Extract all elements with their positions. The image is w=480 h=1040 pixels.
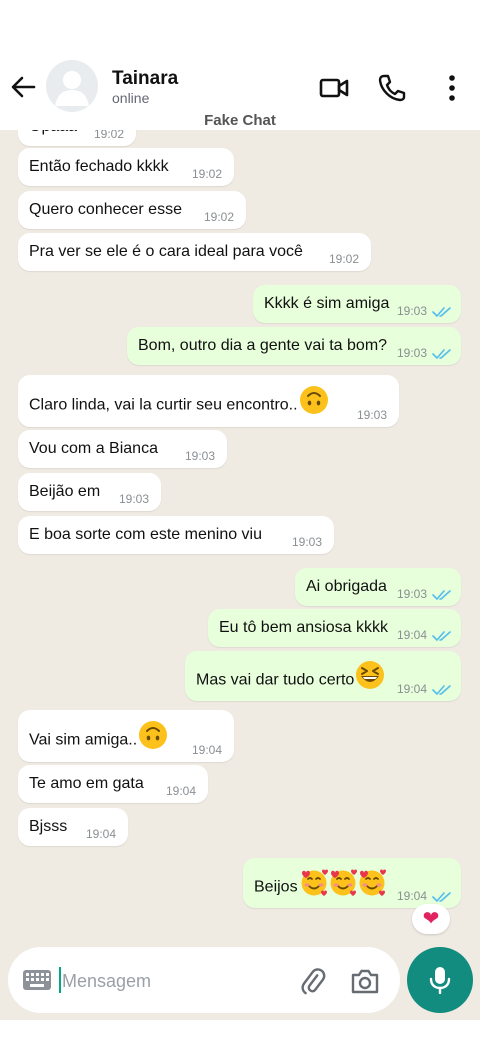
- message-time: 19:02: [328, 252, 359, 266]
- message-time: 19:03: [396, 304, 427, 318]
- message-text: Pra ver se ele é o cara ideal para você: [29, 243, 303, 260]
- outgoing-message[interactable]: Bom, outro dia a gente vai ta bom? 19:03: [127, 327, 461, 365]
- outgoing-message[interactable]: Beijos 19:04: [243, 858, 461, 908]
- contact-name[interactable]: Tainara: [112, 68, 178, 90]
- message-text: Bjsss: [29, 818, 68, 835]
- message-text: Quero conhecer esse: [29, 201, 182, 218]
- incoming-message[interactable]: Beijão em 19:03: [18, 473, 161, 511]
- incoming-message[interactable]: Opaaa 19:02: [18, 130, 136, 146]
- message-composer: Mensagem: [8, 947, 400, 1013]
- incoming-message[interactable]: Claro linda, vai la curtir seu encontro.…: [18, 375, 399, 427]
- outgoing-message[interactable]: Eu tô bem ansiosa kkkk 19:04: [208, 609, 461, 647]
- message-text: Mas vai dar tudo certo: [196, 661, 385, 695]
- read-receipt-icon: [432, 892, 451, 902]
- read-receipt-icon: [432, 590, 451, 600]
- message-input[interactable]: Mensagem: [62, 971, 151, 992]
- chat-header: Tainara online Fake Chat: [0, 50, 480, 130]
- message-time: 19:03: [396, 587, 427, 601]
- back-arrow-icon[interactable]: [8, 72, 38, 102]
- smiling-face-with-hearts-emoji-icon: [299, 867, 329, 902]
- video-call-icon[interactable]: [318, 72, 350, 104]
- outgoing-message[interactable]: Kkkk é sim amiga 19:03: [253, 285, 461, 323]
- message-text: E boa sorte com este menino viu: [29, 526, 263, 543]
- message-time: 19:03: [184, 449, 215, 463]
- message-text: Bom, outro dia a gente vai ta bom?: [138, 337, 388, 354]
- grinning-squinting-face-emoji-icon: [355, 660, 385, 695]
- camera-icon[interactable]: [350, 967, 380, 995]
- message-text: Claro linda, vai la curtir seu encontro.…: [29, 386, 329, 420]
- outgoing-message[interactable]: Mas vai dar tudo certo 19:04: [185, 651, 461, 701]
- incoming-message[interactable]: Pra ver se ele é o cara ideal para você 1…: [18, 233, 371, 271]
- message-time: 19:04: [165, 784, 196, 798]
- message-time: 19:02: [93, 130, 124, 141]
- contact-status: online: [112, 90, 150, 106]
- message-time: 19:03: [291, 535, 322, 549]
- message-text: Eu tô bem ansiosa kkkk: [219, 619, 388, 636]
- message-text: Beijos: [254, 869, 387, 902]
- smiling-face-with-hearts-emoji-icon: [328, 867, 358, 902]
- message-text: Ai obrigada: [306, 578, 387, 595]
- incoming-message[interactable]: Vou com a Bianca 19:03: [18, 430, 227, 468]
- read-receipt-icon: [432, 631, 451, 641]
- red-heart-icon[interactable]: ❤: [412, 904, 450, 934]
- default-avatar-icon: [55, 71, 89, 106]
- upside-down-face-emoji-icon: [138, 720, 168, 755]
- watermark-label: Fake Chat: [204, 112, 276, 129]
- text-cursor: [59, 967, 61, 993]
- message-time: 19:04: [191, 743, 222, 757]
- incoming-message[interactable]: Então fechado kkkk 19:02: [18, 148, 234, 186]
- chat-area[interactable]: Opaaa19:02Então fechado kkkk19:02Quero c…: [0, 130, 480, 1020]
- incoming-message[interactable]: Quero conhecer esse 19:02: [18, 191, 246, 229]
- upside-down-face-emoji-icon: [299, 385, 329, 420]
- message-time: 19:04: [85, 827, 116, 841]
- smiling-face-with-hearts-emoji-icon: [357, 867, 387, 902]
- message-text: Vai sim amiga..: [29, 721, 168, 755]
- message-text: Opaaa: [29, 130, 77, 136]
- more-options-icon[interactable]: [436, 72, 468, 104]
- phone-call-icon[interactable]: [376, 72, 408, 104]
- incoming-message[interactable]: E boa sorte com este menino viu 19:03: [18, 516, 334, 554]
- avatar[interactable]: [46, 60, 98, 112]
- voice-message-button[interactable]: [407, 947, 473, 1013]
- incoming-message[interactable]: Bjsss 19:04: [18, 808, 128, 846]
- read-receipt-icon: [432, 685, 451, 695]
- message-text: Vou com a Bianca: [29, 440, 158, 457]
- message-time: 19:04: [396, 889, 427, 903]
- message-time: 19:03: [396, 346, 427, 360]
- read-receipt-icon: [432, 349, 451, 359]
- message-text: Então fechado kkkk: [29, 158, 169, 175]
- message-text: Kkkk é sim amiga: [264, 295, 390, 312]
- message-time: 19:02: [203, 210, 234, 224]
- message-time: 19:04: [396, 628, 427, 642]
- paperclip-icon[interactable]: [298, 966, 328, 996]
- message-text: Beijão em: [29, 483, 101, 500]
- keyboard-icon[interactable]: [22, 969, 52, 991]
- incoming-message[interactable]: Te amo em gata 19:04: [18, 765, 208, 803]
- message-text: Te amo em gata: [29, 775, 144, 792]
- read-receipt-icon: [432, 307, 451, 317]
- message-time: 19:03: [356, 408, 387, 422]
- outgoing-message[interactable]: Ai obrigada 19:03: [295, 568, 461, 606]
- message-time: 19:04: [396, 682, 427, 696]
- microphone-icon: [429, 967, 451, 994]
- message-time: 19:03: [118, 492, 149, 506]
- message-time: 19:02: [191, 167, 222, 181]
- incoming-message[interactable]: Vai sim amiga.. 19:04: [18, 710, 234, 762]
